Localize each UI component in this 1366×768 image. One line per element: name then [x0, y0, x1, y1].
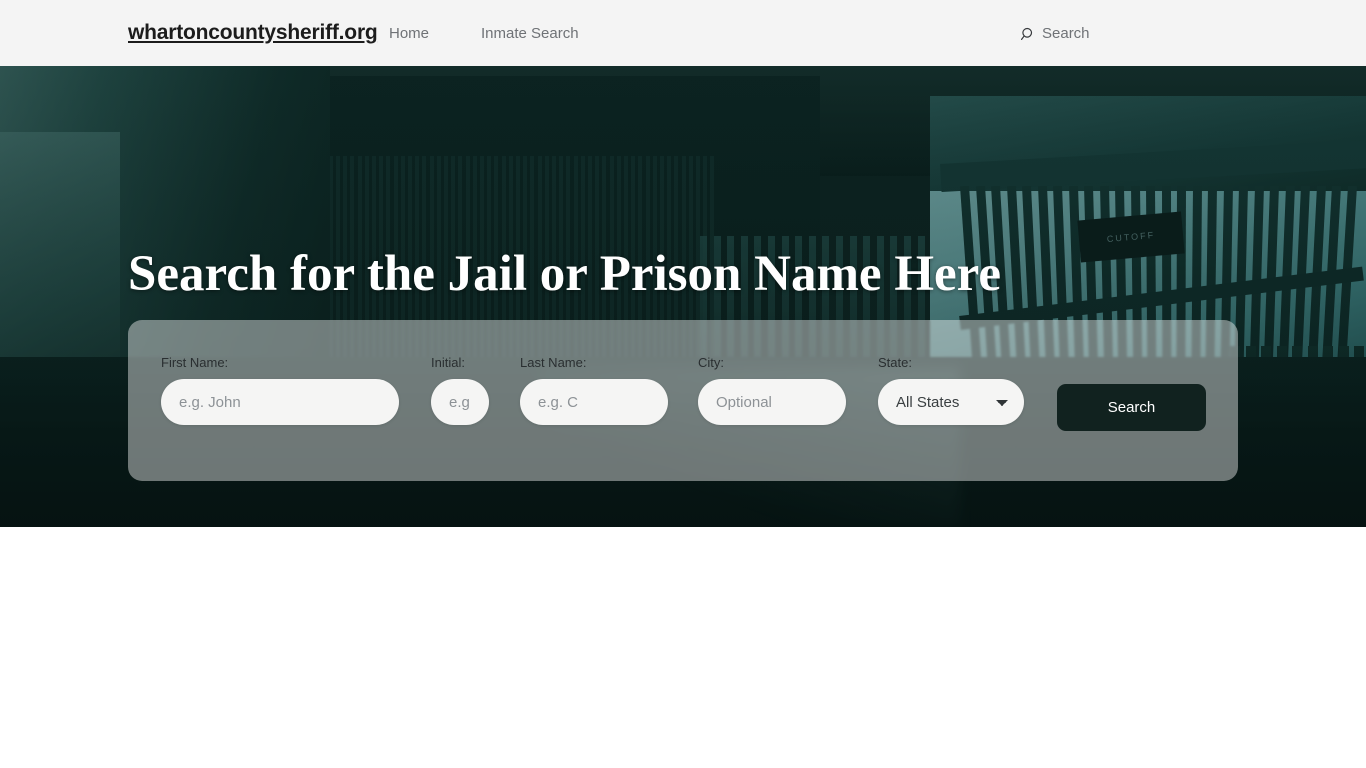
last-name-input[interactable]: [520, 379, 668, 425]
site-header: whartoncountysheriff.org Home Inmate Sea…: [0, 0, 1366, 66]
city-input[interactable]: [698, 379, 846, 425]
search-submit-button[interactable]: Search: [1057, 384, 1206, 431]
inmate-search-form: First Name: Initial: Last Name: City: St…: [128, 320, 1238, 481]
first-name-input[interactable]: [161, 379, 399, 425]
hero-title: Search for the Jail or Prison Name Here: [128, 246, 1001, 302]
initial-input[interactable]: [431, 379, 489, 425]
header-search-label: Search: [1042, 25, 1090, 42]
last-name-label: Last Name:: [520, 355, 587, 370]
city-group: City:: [698, 354, 846, 425]
first-name-label: First Name:: [161, 355, 229, 370]
state-label: State:: [878, 355, 912, 370]
hero-banner: CUTOFF Search for the Jail or Prison Nam…: [0, 66, 1366, 527]
first-name-group: First Name:: [161, 354, 399, 425]
state-group: State: All States: [878, 354, 1024, 425]
state-select[interactable]: All States: [878, 379, 1024, 425]
initial-group: Initial:: [431, 354, 489, 425]
nav-item-inmate-search[interactable]: Inmate Search: [481, 24, 579, 44]
last-name-group: Last Name:: [520, 354, 668, 425]
city-label: City:: [698, 355, 724, 370]
nav-item-home[interactable]: Home: [389, 24, 429, 44]
search-icon: [1021, 27, 1036, 42]
header-search-trigger[interactable]: Search: [1021, 24, 1090, 44]
initial-label: Initial:: [431, 355, 465, 370]
site-brand[interactable]: whartoncountysheriff.org: [128, 20, 378, 46]
